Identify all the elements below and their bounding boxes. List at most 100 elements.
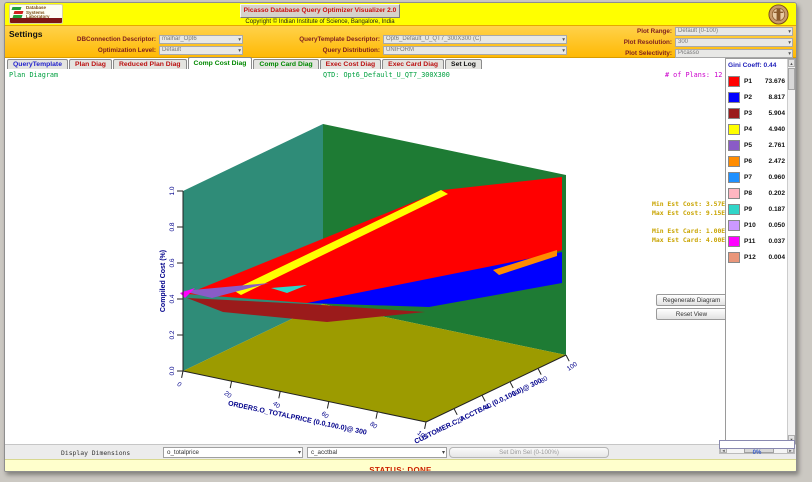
dimension-2-select[interactable]: c_acctbal ▾ <box>307 447 447 458</box>
dimension-1-select[interactable]: o_totalprice ▾ <box>163 447 303 458</box>
legend-swatch-P2 <box>728 91 740 103</box>
legend-plan-label: P7 <box>744 173 753 181</box>
legend-entry-P7: P7 0.960 <box>728 170 795 184</box>
y-tick-label: 1.0 <box>169 186 176 195</box>
db-connection-descriptor-label: DBConnection Descriptor: <box>76 36 156 43</box>
legend-swatch-P11 <box>728 235 740 247</box>
plot-range-select[interactable]: Default (0-100) ▾ <box>675 27 793 36</box>
cost-diagram-3d[interactable]: 0.00.20.40.60.81.0Compiled Cost (%)02040… <box>5 68 729 446</box>
chevron-down-icon: ▾ <box>788 29 791 35</box>
y-tick-label: 0.2 <box>169 330 176 339</box>
x-tick <box>375 411 378 419</box>
y-axis-label: Compiled Cost (%) <box>160 250 167 312</box>
query-distribution-row: Query Distribution: UNIFORM ▾ <box>251 46 567 55</box>
est-stat-line: Max Est Cost: 9.15E4 <box>652 209 729 217</box>
query-distribution-value: UNIFORM <box>386 47 414 53</box>
app-window: Database Systems Laboratory Picasso Data… <box>4 2 797 472</box>
legend-entry-P2: P2 8.817 <box>728 90 795 104</box>
gini-coeff-label: Gini Coeff: 0.44 <box>728 62 777 69</box>
plot-resolution-label: Plot Resolution: <box>623 39 672 46</box>
legend-entry-P4: P4 4.940 <box>728 122 795 136</box>
legend-plan-label: P10 <box>744 221 756 229</box>
plot-selectivity-row: Plot Selectivity: Picasso ▾ <box>573 49 793 58</box>
legend-plan-label: P8 <box>744 189 753 197</box>
legend-plan-label: P12 <box>744 253 756 261</box>
y-tick-label: 0.6 <box>169 258 176 267</box>
regenerate-diagram-button[interactable]: Regenerate Diagram <box>656 294 727 306</box>
set-dim-sel-button[interactable]: Set Dim Sel (0-100%) <box>449 447 609 458</box>
legend-plan-label: P5 <box>744 141 753 149</box>
chevron-down-icon: ▾ <box>562 37 565 43</box>
optimization-level-select[interactable]: Default ▾ <box>159 46 243 55</box>
scroll-up-icon[interactable]: ▲ <box>788 59 795 67</box>
legend-plan-label: P4 <box>744 125 753 133</box>
legend-swatch-P5 <box>728 139 740 151</box>
plot-resolution-row: Plot Resolution: 300 ▾ <box>573 38 793 47</box>
plot-selectivity-label: Plot Selectivity: <box>625 50 672 57</box>
est-cost-card-stats: Min Est Cost: 3.57E4 Max Est Cost: 9.15E4… <box>605 200 729 245</box>
legend-scrollbar-thumb[interactable] <box>788 68 795 90</box>
plot-range-value: Default (0-100) <box>678 28 719 34</box>
query-template-descriptor-value: Opt6_Default_U_QT7_300X300 (C) <box>386 36 482 42</box>
legend-scrollbar[interactable]: ▲ ▼ <box>787 59 795 443</box>
legend-entry-P8: P8 0.202 <box>728 186 795 200</box>
iisc-logo <box>768 4 789 25</box>
z-tick-label: 100 <box>566 361 579 373</box>
query-template-descriptor-select[interactable]: Opt6_Default_U_QT7_300X300 (C) ▾ <box>383 35 567 44</box>
legend-swatch-P6 <box>728 155 740 167</box>
legend-entry-P11: P11 0.037 <box>728 234 795 248</box>
status-bar: STATUS: DONE <box>5 459 796 471</box>
legend-entry-P9: P9 0.187 <box>728 202 795 216</box>
db-connection-descriptor-value: malhar_Opt6 <box>162 36 197 42</box>
x-tick <box>229 381 233 389</box>
est-stat-line: Min Est Cost: 3.57E4 <box>652 200 729 208</box>
chevron-down-icon: ▾ <box>562 48 565 54</box>
z-tick <box>453 408 458 416</box>
desktop-background: { "header": { "logo_lines": ["Database",… <box>0 0 812 482</box>
legend-panel: Gini Coeff: 0.44 P1 73.676 P2 8.817 P3 5.904 P… <box>725 58 796 444</box>
est-stat-line: Min Est Card: 1.00E0 <box>652 227 729 235</box>
plot-resolution-select[interactable]: 300 ▾ <box>675 38 793 47</box>
legend-swatch-P12 <box>728 251 740 263</box>
legend-swatch-P7 <box>728 171 740 183</box>
chevron-down-icon: ▾ <box>238 48 241 54</box>
dsl-logo-band <box>10 18 62 23</box>
chevron-down-icon: ▾ <box>788 40 791 46</box>
z-tick <box>565 354 570 362</box>
db-connection-descriptor-select[interactable]: malhar_Opt6 ▾ <box>159 35 243 44</box>
query-distribution-select[interactable]: UNIFORM ▾ <box>383 46 567 55</box>
legend-swatch-P9 <box>728 203 740 215</box>
bottom-controls: Display Dimensions o_totalprice ▾ c_acct… <box>5 440 796 459</box>
display-dimensions-label: Display Dimensions <box>61 449 131 457</box>
x-tick <box>278 391 281 399</box>
chevron-down-icon: ▾ <box>238 37 241 43</box>
chevron-down-icon: ▾ <box>441 450 445 456</box>
legend-plan-label: P1 <box>744 77 753 85</box>
optimization-level-row: Optimization Level: Default ▾ <box>7 46 243 55</box>
plot-selectivity-select[interactable]: Picasso ▾ <box>675 49 793 58</box>
app-title: Picasso Database Query Optimizer Visuali… <box>240 4 400 18</box>
legend-entry-P10: P10 0.050 <box>728 218 795 232</box>
legend-plan-label: P3 <box>744 109 753 117</box>
optimization-level-label: Optimization Level: <box>97 47 156 54</box>
plot-range-label: Plot Range: <box>637 28 672 35</box>
query-template-descriptor-row: QueryTemplate Descriptor: Opt6_Default_U_… <box>251 35 567 44</box>
x-tick <box>181 370 184 378</box>
settings-column-1: DBConnection Descriptor: malhar_Opt6 ▾ Opti… <box>7 35 243 57</box>
x-axis-label: ORDERS.O_TOTALPRICE (0.0,100.0)@ 300 <box>227 400 367 436</box>
query-distribution-label: Query Distribution: <box>322 47 380 54</box>
legend-swatch-P1 <box>728 75 740 87</box>
x-tick <box>326 401 330 409</box>
legend-swatch-P4 <box>728 123 740 135</box>
plot-range-row: Plot Range: Default (0-100) ▾ <box>573 27 793 36</box>
dimension-2-value: c_acctbal <box>311 449 338 456</box>
optimization-level-value: Default <box>162 47 182 53</box>
x-tick <box>424 421 427 429</box>
settings-column-2: QueryTemplate Descriptor: Opt6_Default_U_… <box>251 35 567 57</box>
plot-selectivity-value: Picasso <box>678 50 700 56</box>
reset-view-button[interactable]: Reset View <box>656 308 727 320</box>
y-tick-label: 0.4 <box>169 294 176 303</box>
legend-plan-label: P6 <box>744 157 753 165</box>
legend-entry-P5: P5 2.761 <box>728 138 795 152</box>
z-tick <box>509 381 514 389</box>
